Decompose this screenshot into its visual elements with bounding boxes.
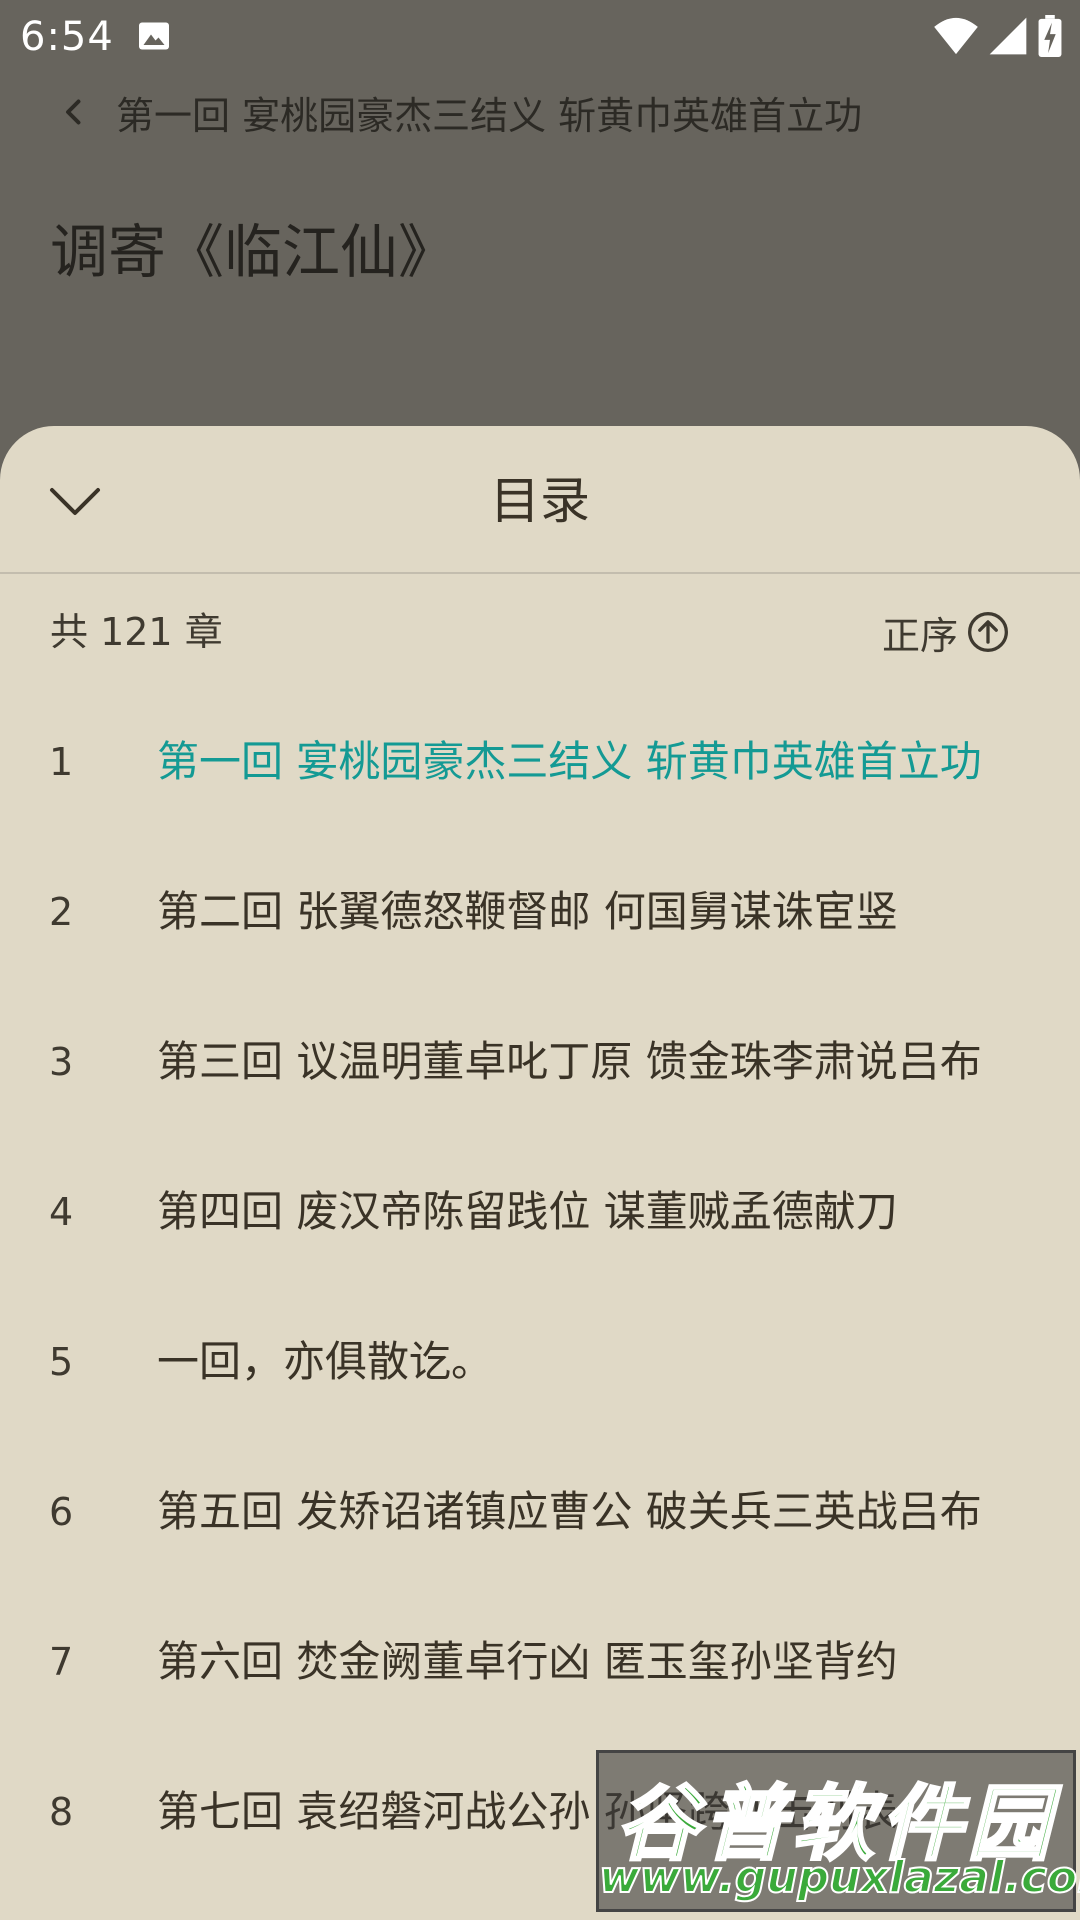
chapter-number: 4 bbox=[49, 1190, 74, 1234]
chapter-number: 6 bbox=[49, 1490, 74, 1534]
chapter-number: 7 bbox=[49, 1640, 74, 1684]
battery-charging-icon bbox=[1038, 15, 1062, 57]
chapter-item[interactable]: 3 第三回 议温明董卓叱丁原 馈金珠李肃说吕布 bbox=[0, 992, 1080, 1142]
status-bar: 6:54 bbox=[0, 0, 1080, 74]
back-icon[interactable] bbox=[56, 94, 92, 130]
toc-title: 目录 bbox=[490, 472, 590, 530]
reader-section-title: 调寄《临江仙》 bbox=[50, 218, 457, 286]
toc-header: 目录 bbox=[0, 426, 1080, 574]
chapter-name: 一回，亦俱散讫。 bbox=[157, 1337, 494, 1386]
chapter-name: 第四回 废汉帝陈留践位 谋董贼孟德献刀 bbox=[157, 1187, 898, 1236]
chapter-item[interactable]: 6 第五回 发矫诏诸镇应曹公 破关兵三英战吕布 bbox=[0, 1442, 1080, 1592]
sort-label: 正序 bbox=[881, 613, 958, 658]
chapter-list: 1 第一回 宴桃园豪杰三结义 斩黄巾英雄首立功 2 第二回 张翼德怒鞭督邮 何国… bbox=[0, 692, 1080, 1892]
chapter-item[interactable]: 7 第六回 焚金阙董卓行凶 匿玉玺孙坚背约 bbox=[0, 1592, 1080, 1742]
chapter-name: 第二回 张翼德怒鞭督邮 何国舅谋诛宦竖 bbox=[157, 887, 898, 936]
chapter-number: 5 bbox=[49, 1340, 74, 1384]
chapter-item-current[interactable]: 1 第一回 宴桃园豪杰三结义 斩黄巾英雄首立功 bbox=[0, 692, 1080, 842]
watermark: 谷普软件园 www.gupuxlazal.com bbox=[596, 1750, 1080, 1912]
chapter-name: 第三回 议温明董卓叱丁原 馈金珠李肃说吕布 bbox=[157, 1037, 982, 1086]
wifi-icon bbox=[934, 17, 978, 55]
reader-header: 第一回 宴桃园豪杰三结义 斩黄巾英雄首立功 bbox=[56, 84, 862, 140]
status-icons bbox=[934, 14, 1062, 58]
chapter-name: 第六回 焚金阙董卓行凶 匿玉玺孙坚背约 bbox=[157, 1637, 898, 1686]
chapter-number: 8 bbox=[49, 1790, 74, 1834]
chapter-name: 第五回 发矫诏诸镇应曹公 破关兵三英战吕布 bbox=[157, 1487, 982, 1536]
chapter-number: 3 bbox=[49, 1040, 74, 1084]
arrow-up-circle-icon bbox=[968, 612, 1008, 652]
sort-order-button[interactable]: 正序 bbox=[882, 602, 1010, 662]
status-time: 6:54 bbox=[20, 14, 114, 60]
chapter-count: 共 121 章 bbox=[50, 610, 223, 654]
chapter-item[interactable]: 2 第二回 张翼德怒鞭督邮 何国舅谋诛宦竖 bbox=[0, 842, 1080, 992]
toc-meta-row: 共 121 章 正序 bbox=[0, 574, 1080, 692]
toc-sheet: 目录 共 121 章 正序 1 第一回 宴桃园豪杰三结义 斩黄巾英雄首立功 2 … bbox=[0, 426, 1080, 1920]
signal-icon bbox=[989, 17, 1027, 55]
chapter-number: 2 bbox=[49, 890, 74, 934]
chapter-item[interactable]: 4 第四回 废汉帝陈留践位 谋董贼孟德献刀 bbox=[0, 1142, 1080, 1292]
watermark-url: www.gupuxlazal.com bbox=[598, 1851, 1080, 1904]
reader-chapter-title: 第一回 宴桃园豪杰三结义 斩黄巾英雄首立功 bbox=[116, 93, 863, 138]
chapter-item[interactable]: 5 一回，亦俱散讫。 bbox=[0, 1292, 1080, 1442]
image-icon bbox=[139, 22, 169, 50]
chapter-name: 第一回 宴桃园豪杰三结义 斩黄巾英雄首立功 bbox=[157, 737, 982, 786]
chapter-number: 1 bbox=[49, 740, 74, 784]
